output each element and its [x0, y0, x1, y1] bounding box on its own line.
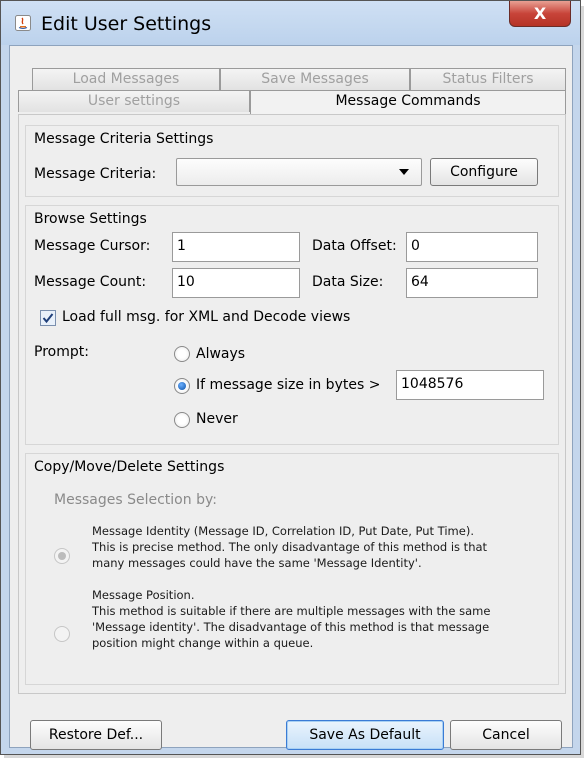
selection-position-radio[interactable]	[54, 626, 70, 642]
criteria-group: Message Criteria Settings Message Criter…	[25, 125, 559, 197]
selection-by-label: Messages Selection by:	[54, 492, 217, 508]
data-size-label: Data Size:	[312, 274, 384, 290]
dialog-content: Load Messages Save Messages Status Filte…	[9, 45, 573, 750]
identity-line-1: Message Identity (Message ID, Correlatio…	[92, 524, 474, 538]
prompt-label: Prompt:	[34, 344, 89, 360]
position-line-1: Message Position.	[92, 588, 195, 602]
prompt-size-label: If message size in bytes >	[196, 377, 381, 393]
selection-identity-radio[interactable]	[54, 548, 70, 564]
data-offset-field[interactable]: 0	[406, 232, 538, 262]
restore-defaults-button[interactable]: Restore Def...	[30, 720, 162, 750]
size-threshold-field[interactable]: 1048576	[396, 370, 544, 400]
title-bar[interactable]: Edit User Settings X	[1, 1, 580, 45]
tab-load-messages[interactable]: Load Messages	[32, 68, 220, 90]
configure-button[interactable]: Configure	[430, 158, 538, 186]
data-size-field[interactable]: 64	[406, 268, 538, 298]
tab-user-settings[interactable]: User settings	[18, 90, 250, 112]
prompt-size-radio[interactable]	[174, 378, 190, 394]
message-cursor-field[interactable]: 1	[172, 232, 300, 262]
save-as-default-button[interactable]: Save As Default	[286, 720, 444, 750]
copy-move-group-title: Copy/Move/Delete Settings	[34, 459, 225, 475]
prompt-never-label: Never	[196, 411, 238, 427]
java-app-icon	[15, 15, 31, 31]
load-full-checkbox[interactable]	[40, 310, 56, 326]
message-cursor-label: Message Cursor:	[34, 238, 151, 254]
message-criteria-select[interactable]	[176, 158, 422, 186]
tab-status-filters[interactable]: Status Filters	[410, 68, 566, 90]
cancel-button[interactable]: Cancel	[450, 720, 562, 750]
message-count-label: Message Count:	[34, 274, 147, 290]
message-commands-panel: Message Criteria Settings Message Criter…	[18, 114, 566, 694]
position-line-3: 'Message identity'. The disadvantage of …	[92, 620, 490, 634]
copy-move-group: Copy/Move/Delete Settings Messages Selec…	[25, 453, 559, 685]
browse-group: Browse Settings Message Cursor: 1 Data O…	[25, 205, 559, 445]
message-count-field[interactable]: 10	[172, 268, 300, 298]
data-offset-label: Data Offset:	[312, 238, 397, 254]
identity-line-2: This is precise method. The only disadva…	[92, 540, 488, 554]
close-icon: X	[533, 4, 547, 23]
close-button[interactable]: X	[509, 1, 571, 27]
browse-group-title: Browse Settings	[34, 211, 147, 227]
message-criteria-label: Message Criteria:	[34, 166, 157, 182]
window-title: Edit User Settings	[41, 13, 212, 35]
identity-line-3: many messages could have the same 'Messa…	[92, 556, 422, 570]
criteria-group-title: Message Criteria Settings	[34, 131, 214, 147]
tab-message-commands[interactable]: Message Commands	[250, 90, 566, 114]
load-full-label: Load full msg. for XML and Decode views	[62, 309, 351, 325]
chevron-down-icon	[399, 169, 409, 175]
tab-save-messages[interactable]: Save Messages	[220, 68, 410, 90]
check-icon	[42, 313, 54, 324]
position-line-2: This method is suitable if there are mul…	[92, 604, 491, 618]
prompt-always-radio[interactable]	[174, 346, 190, 362]
prompt-always-label: Always	[196, 346, 246, 362]
position-line-4: position might change within a queue.	[92, 636, 314, 650]
prompt-never-radio[interactable]	[174, 412, 190, 428]
dialog-window: Edit User Settings X Load Messages Save …	[0, 0, 581, 755]
